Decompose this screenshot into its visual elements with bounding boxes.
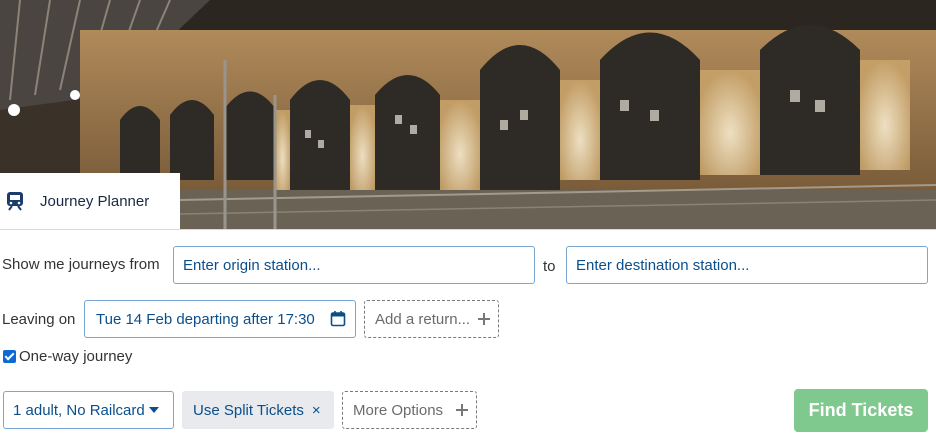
plus-icon	[478, 313, 490, 325]
more-options-button[interactable]: More Options	[342, 391, 477, 429]
more-options-label: More Options	[353, 401, 444, 419]
add-return-button[interactable]: Add a return...	[364, 300, 499, 338]
railcard-label: 1 adult, No Railcard	[13, 401, 145, 419]
split-tickets-label: Use Split Tickets	[193, 401, 304, 419]
destination-station-field[interactable]	[566, 246, 928, 284]
train-icon	[7, 192, 23, 211]
show-journeys-label: Show me journeys from	[2, 256, 160, 273]
leaving-on-label: Leaving on	[2, 311, 76, 328]
plus-icon	[456, 404, 468, 416]
one-way-checkbox[interactable]: One-way journey	[3, 348, 132, 365]
passengers-railcard-dropdown[interactable]: 1 adult, No Railcard	[3, 391, 174, 429]
tab-journey-planner[interactable]: Journey Planner	[0, 173, 180, 229]
departure-date-field[interactable]: Tue 14 Feb departing after 17:30	[84, 300, 356, 338]
find-tickets-button[interactable]: Find Tickets	[794, 389, 928, 432]
divider	[0, 229, 936, 230]
one-way-label: One-way journey	[19, 348, 133, 365]
to-label: to	[543, 258, 556, 275]
destination-station-input[interactable]	[576, 247, 927, 283]
departure-date-value: Tue 14 Feb departing after 17:30	[96, 310, 315, 328]
checkbox-checked-icon[interactable]	[3, 350, 16, 363]
origin-station-field[interactable]	[173, 246, 535, 284]
split-tickets-chip: Use Split Tickets ×	[182, 391, 334, 429]
caret-down-icon	[148, 407, 159, 413]
origin-station-input[interactable]	[183, 247, 534, 283]
add-return-label: Add a return...	[375, 310, 471, 328]
calendar-icon	[330, 311, 346, 327]
tab-label: Journey Planner	[40, 192, 150, 210]
remove-split-tickets-icon[interactable]: ×	[312, 402, 321, 419]
